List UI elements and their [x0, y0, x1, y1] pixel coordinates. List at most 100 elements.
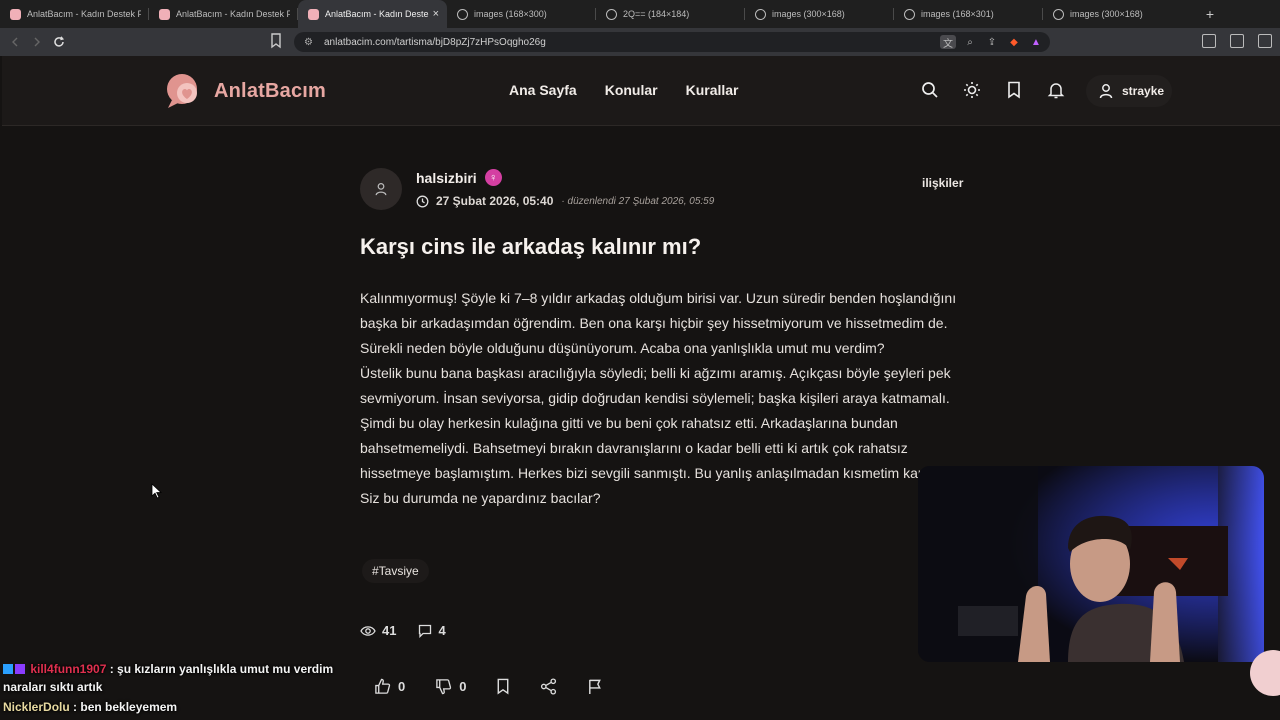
tag-chip[interactable]: #Tavsiye [362, 559, 429, 583]
like-count: 0 [398, 679, 406, 694]
forward-icon[interactable] [26, 31, 48, 53]
translate-icon[interactable]: 文 [940, 35, 956, 50]
author-name[interactable]: halsizbiri [416, 170, 477, 186]
comment-icon [419, 624, 432, 638]
clock-icon [416, 195, 429, 207]
brave-shield-icon[interactable]: ◆ [1006, 35, 1022, 49]
user-icon [1099, 84, 1113, 99]
tab-label: images (168×301) [921, 9, 994, 19]
rewards-icon[interactable]: ▲ [1028, 35, 1044, 49]
nav-item-rules[interactable]: Kurallar [686, 82, 739, 98]
zoom-icon[interactable]: ⌕ [962, 35, 978, 49]
site-favicon [159, 8, 170, 20]
post-meta: 27 Şubat 2026, 05:40 · düzenlendi 27 Şub… [416, 194, 714, 208]
edited-note: · düzenlendi 27 Şubat 2026, 05:59 [561, 195, 715, 207]
url-text: anlatbacim.com/tartisma/bjD8pZj7zHPsOqgh… [324, 36, 546, 48]
post-title: Karşı cins ile arkadaş kalınır mı? [360, 234, 702, 259]
share-icon[interactable]: ⇪ [984, 35, 1000, 49]
chat-message: NicklerDolu : ben bekleyemem [3, 698, 343, 716]
kick-badge-icon [15, 664, 25, 674]
close-tab-icon[interactable]: × [433, 8, 439, 20]
subscriber-badge-icon [3, 664, 13, 674]
stream-chat: kill4funn1907 : şu kızların yanlışlıkla … [3, 660, 343, 718]
thumbs-down-icon [436, 679, 452, 695]
tab-label: images (300×168) [772, 9, 845, 19]
tab-label: AnlatBacım - Kadın Destek [325, 9, 429, 19]
logo-icon [164, 72, 204, 110]
report-post-button[interactable] [587, 678, 603, 695]
chat-username: NicklerDolu [3, 700, 70, 714]
chat-username: kill4funn1907 [30, 662, 107, 676]
site-logo[interactable]: AnlatBacım [164, 72, 326, 110]
browser-tab-bar: AnlatBacım - Kadın Destek Platformu Anla… [0, 0, 1280, 28]
globe-icon [1053, 8, 1064, 20]
globe-icon [904, 8, 915, 20]
browser-toolbar: ⚙ anlatbacim.com/tartisma/bjD8pZj7zHPsOq… [0, 28, 1280, 56]
post-author: halsizbiri ♀ [416, 169, 502, 186]
tab-label: images (300×168) [1070, 9, 1143, 19]
notifications-icon[interactable] [1046, 80, 1066, 100]
cast-icon[interactable] [1202, 34, 1216, 48]
search-icon[interactable] [920, 80, 940, 100]
site-favicon [308, 8, 319, 20]
thumbs-up-icon [375, 678, 391, 694]
browser-tab[interactable]: images (300×168) [745, 0, 894, 28]
bookmarks-icon[interactable] [1004, 80, 1024, 100]
browser-tab[interactable]: 2Q== (184×184) [596, 0, 745, 28]
site-settings-icon[interactable]: ⚙ [304, 37, 318, 48]
save-post-button[interactable] [496, 678, 510, 695]
main-nav: Ana Sayfa Konular Kurallar [509, 82, 739, 98]
user-icon [375, 182, 387, 196]
brand-name: AnlatBacım [214, 79, 327, 102]
post-body: Kalınmıyormuş! Şöyle ki 7–8 yıldır arkad… [360, 286, 980, 511]
wallet-icon[interactable] [1258, 34, 1272, 48]
browser-tab[interactable]: AnlatBacım - Kadın Destek Platformu [0, 0, 149, 28]
browser-tab[interactable]: images (168×301) [894, 0, 1043, 28]
reload-icon[interactable] [48, 31, 70, 53]
sidebar-icon[interactable] [1230, 34, 1244, 48]
tab-label: images (168×300) [474, 9, 547, 19]
like-button[interactable]: 0 [374, 678, 405, 695]
back-icon[interactable] [4, 31, 26, 53]
dislike-count: 0 [459, 679, 467, 694]
globe-icon [457, 8, 468, 20]
share-post-button[interactable] [540, 678, 557, 695]
globe-icon [606, 8, 617, 20]
post-paragraph: Kalınmıyormuş! Şöyle ki 7–8 yıldır arkad… [360, 290, 957, 356]
bookmark-icon [498, 678, 509, 695]
browser-tab-active[interactable]: AnlatBacım - Kadın Destek × [298, 0, 447, 28]
post-paragraph: Üstelik bunu bana başkası aracılığıyla s… [360, 365, 976, 506]
female-icon: ♀ [484, 169, 502, 186]
view-count: 41 [382, 623, 397, 638]
tab-label: AnlatBacım - Kadın Destek Platformu [176, 9, 290, 19]
tab-label: 2Q== (184×184) [623, 9, 690, 19]
site-header: AnlatBacım Ana Sayfa Konular Kurallar st… [2, 56, 1280, 126]
tab-label: AnlatBacım - Kadın Destek Platformu [27, 9, 141, 19]
category-label[interactable]: ilişkiler [922, 176, 963, 190]
browser-tab[interactable]: images (168×300) [447, 0, 596, 28]
chat-message: kill4funn1907 : şu kızların yanlışlıkla … [3, 660, 343, 696]
bookmark-page-icon[interactable] [270, 33, 286, 51]
nav-item-home[interactable]: Ana Sayfa [509, 82, 577, 98]
address-bar[interactable]: ⚙ anlatbacim.com/tartisma/bjD8pZj7zHPsOq… [294, 32, 1050, 52]
avatar[interactable] [360, 168, 402, 210]
mouse-cursor-icon [151, 483, 163, 499]
post-actions: 0 0 [374, 678, 603, 695]
site-favicon [10, 8, 21, 20]
user-menu-button[interactable]: strayke [1086, 75, 1172, 107]
browser-tab[interactable]: AnlatBacım - Kadın Destek Platformu [149, 0, 298, 28]
post-stats: 41 4 [360, 623, 460, 638]
dislike-button[interactable]: 0 [435, 678, 466, 695]
browser-tab[interactable]: images (300×168) [1043, 0, 1192, 28]
theme-toggle-icon[interactable] [962, 80, 982, 100]
share-icon [541, 678, 557, 695]
new-tab-button[interactable]: + [1198, 6, 1222, 22]
chat-text: : ben bekleyemem [73, 700, 178, 714]
post-date: 27 Şubat 2026, 05:40 [436, 194, 554, 208]
username: strayke [1122, 84, 1165, 98]
webcam-overlay [918, 466, 1264, 662]
comment-count: 4 [438, 623, 446, 638]
flag-icon [589, 679, 602, 695]
nav-item-topics[interactable]: Konular [605, 82, 658, 98]
globe-icon [755, 8, 766, 20]
